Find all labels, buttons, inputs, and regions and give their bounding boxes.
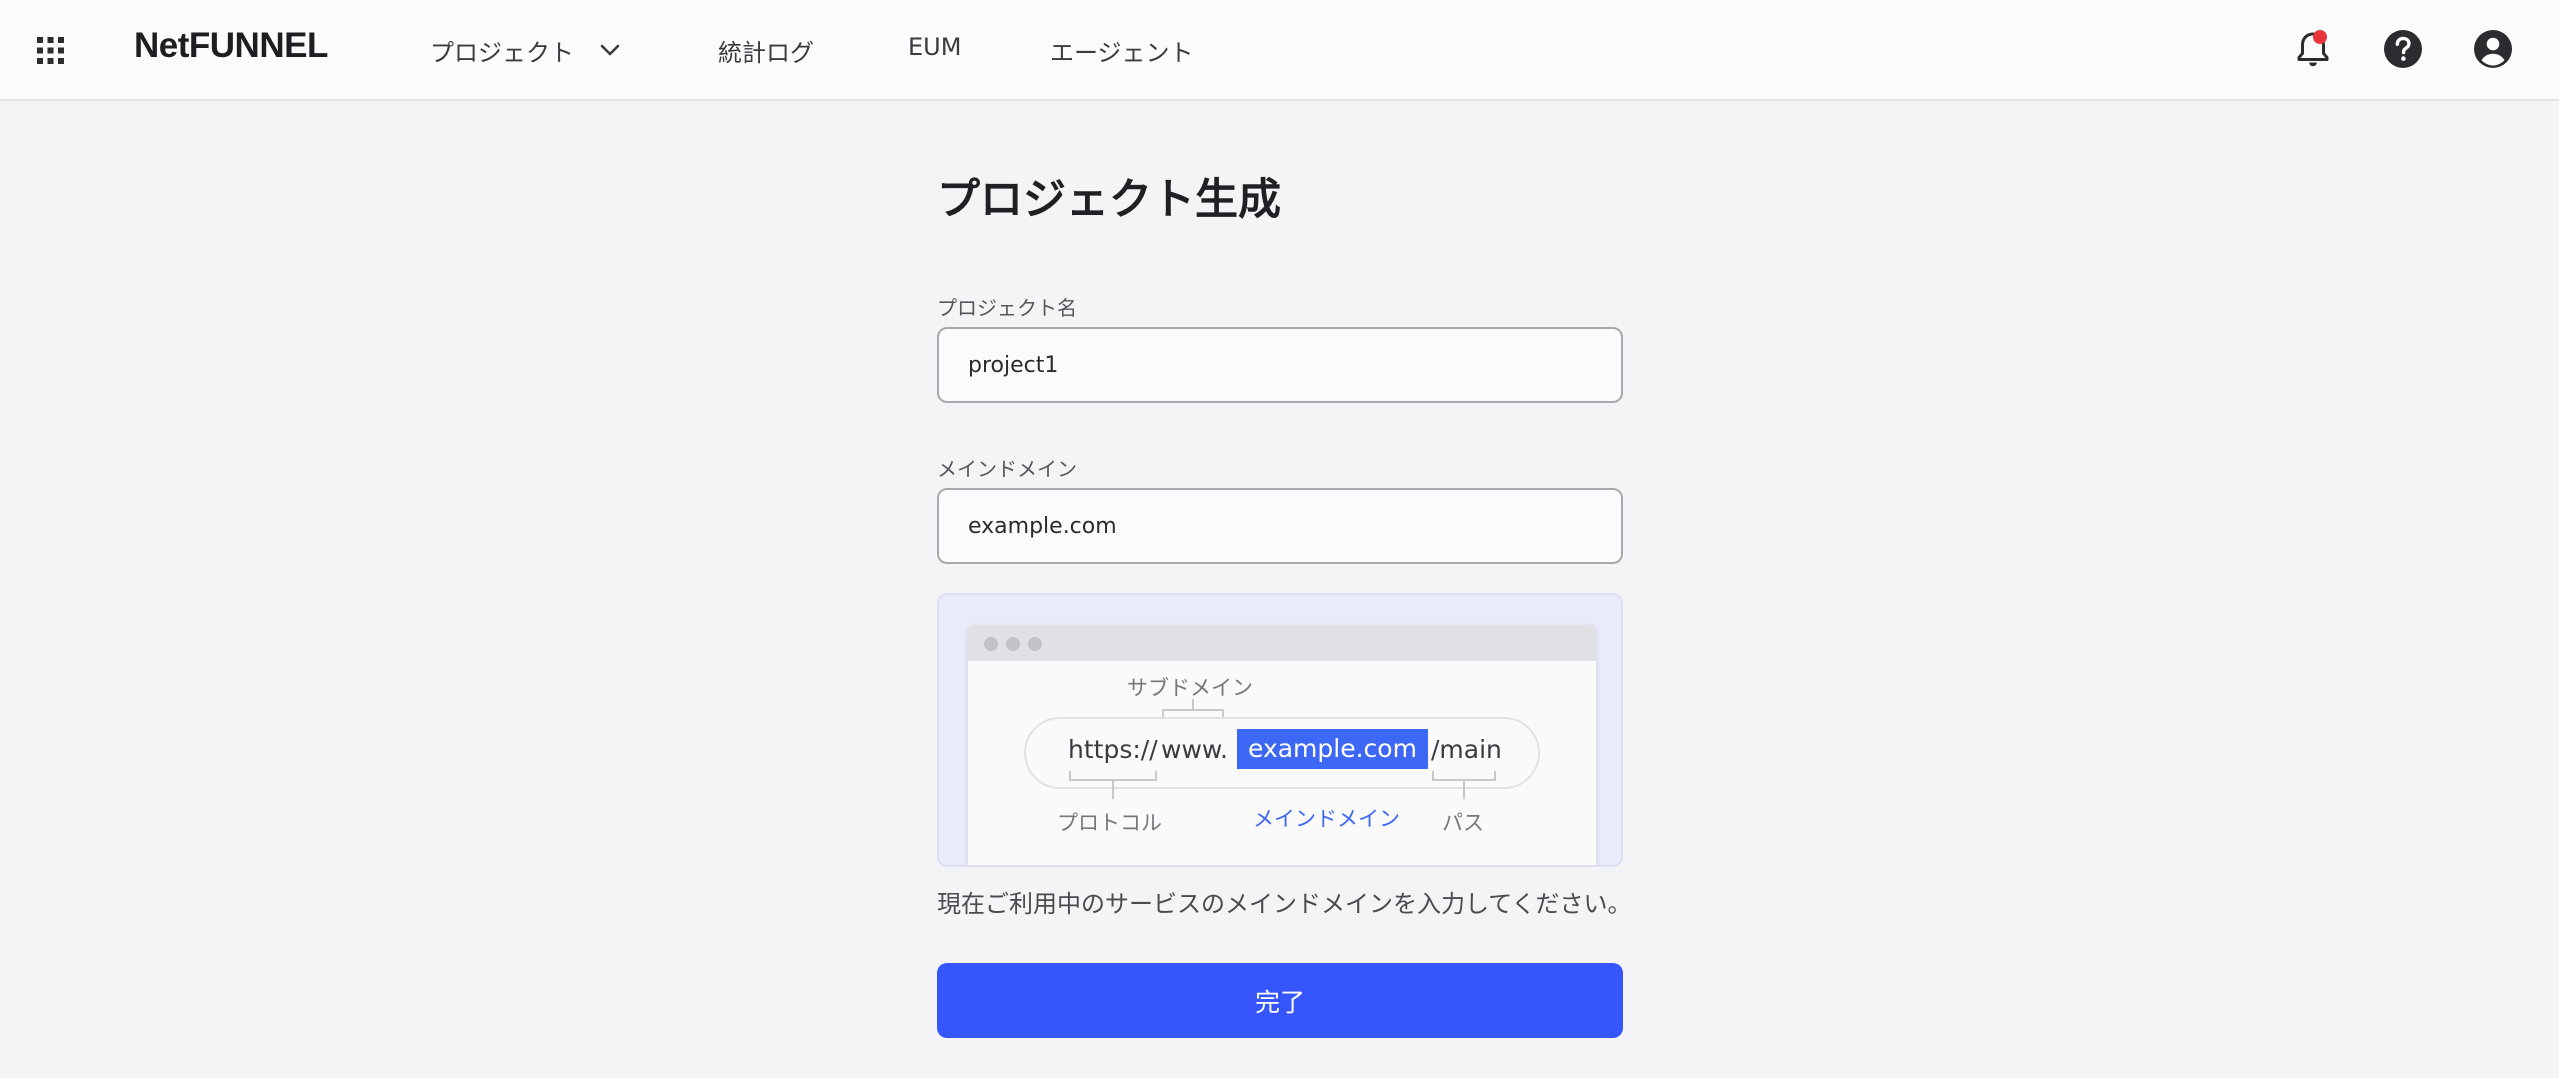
protocol-annotation: プロトコル (1057, 811, 1162, 835)
window-dot (1028, 637, 1042, 651)
browser-title-bar (968, 625, 1596, 661)
chevron-down-icon[interactable] (597, 37, 623, 63)
account-icon[interactable] (2471, 27, 2515, 71)
project-name-label: プロジェクト名 (937, 296, 1077, 320)
path-bracket-stem (1463, 781, 1465, 799)
main-domain-label: メインドメイン (937, 457, 1077, 481)
window-dot (984, 637, 998, 651)
page-title: プロジェクト生成 (937, 175, 1281, 225)
complete-button[interactable]: 完了 (937, 963, 1623, 1038)
window-dot (1006, 637, 1020, 651)
main-domain-annotation: メインドメイン (1253, 807, 1400, 831)
nav-project-menu[interactable]: プロジェクト (430, 33, 574, 68)
top-navigation-bar: NetFUNNEL プロジェクト 統計ログ EUM エージェント (0, 0, 2559, 101)
netfunnel-logo[interactable]: NetFUNNEL (134, 26, 328, 66)
url-main-domain: example.com (1237, 729, 1428, 769)
domain-illustration: サブドメイン https:// www. example.com /main プ… (937, 593, 1623, 867)
domain-help-text: 現在ご利用中のサービスのメインドメインを入力してください。 (937, 890, 1632, 918)
nav-stats-log[interactable]: 統計ログ (718, 33, 814, 68)
subdomain-bracket-stem (1192, 699, 1194, 709)
protocol-bracket (1069, 771, 1157, 781)
url-path: /main (1431, 735, 1502, 764)
nav-eum[interactable]: EUM (908, 33, 961, 61)
url-subdomain: www. (1161, 735, 1228, 764)
protocol-bracket-stem (1112, 781, 1114, 799)
path-annotation: パス (1442, 811, 1484, 835)
notification-dot (2313, 30, 2327, 44)
project-name-input[interactable] (937, 327, 1623, 403)
path-bracket (1432, 771, 1496, 781)
apps-grid-icon[interactable] (37, 37, 64, 64)
subdomain-annotation: サブドメイン (1127, 676, 1253, 700)
help-icon[interactable] (2381, 27, 2425, 71)
nav-agent[interactable]: エージェント (1050, 33, 1194, 68)
browser-mockup: サブドメイン https:// www. example.com /main プ… (968, 625, 1596, 865)
url-protocol: https:// (1068, 735, 1158, 764)
main-domain-input[interactable] (937, 488, 1623, 564)
